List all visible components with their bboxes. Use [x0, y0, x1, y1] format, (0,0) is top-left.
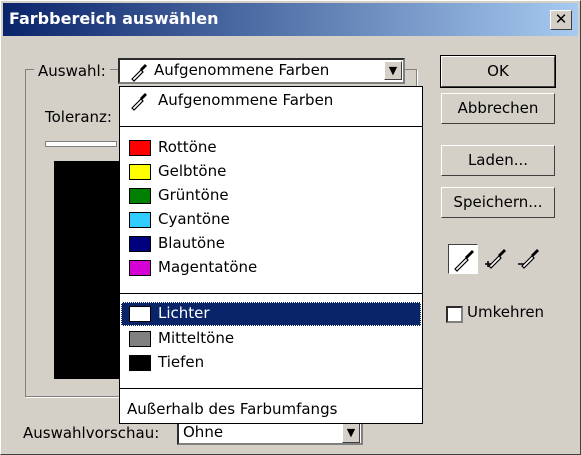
list-item-sampled-colors[interactable]: Aufgenommene Farben: [121, 89, 421, 113]
preview-value: Ohne: [183, 423, 224, 441]
subtract-from-sample-tool[interactable]: [514, 244, 544, 274]
selection-label: Auswahl:: [34, 62, 110, 80]
list-item-tone[interactable]: Mitteltöne: [121, 327, 421, 351]
list-item-color[interactable]: Magentatöne: [121, 256, 421, 280]
title-bar[interactable]: Farbbereich auswählen ✕: [3, 3, 578, 36]
divider: [120, 293, 422, 294]
list-item-label: Außerhalb des Farbumfangs: [127, 400, 338, 418]
color-swatch: [129, 236, 151, 252]
preview-label: Auswahlvorschau:: [23, 424, 160, 442]
load-button[interactable]: Laden...: [441, 145, 555, 176]
save-button[interactable]: Speichern...: [441, 187, 555, 218]
eyedropper-icon: [454, 250, 474, 272]
divider: [120, 126, 422, 127]
eyedropper-icon: [131, 93, 147, 111]
list-item-label: Blautöne: [158, 234, 225, 252]
eyedropper-plus-icon: [485, 249, 506, 269]
chevron-down-icon: ▼: [388, 64, 398, 77]
list-item-color[interactable]: Cyantöne: [121, 208, 421, 232]
list-item-label: Magentatöne: [158, 258, 258, 276]
close-icon: ✕: [554, 10, 568, 28]
eyedropper-icon: [131, 64, 147, 82]
color-swatch: [129, 306, 151, 322]
list-item-out-of-gamut[interactable]: Außerhalb des Farbumfangs: [121, 398, 421, 422]
list-item-color[interactable]: Gelbtöne: [121, 160, 421, 184]
list-item-label: Grüntöne: [158, 186, 229, 204]
color-swatch: [129, 188, 151, 204]
eyedropper-tool[interactable]: [448, 244, 478, 274]
list-item-label: Tiefen: [158, 353, 205, 371]
cancel-button[interactable]: Abbrechen: [441, 93, 555, 124]
selection-select[interactable]: Aufgenommene Farben ▼: [118, 58, 405, 84]
selection-dropdown-list: Aufgenommene Farben Rottöne Gelbtöne Grü…: [119, 86, 423, 424]
list-item-label: Gelbtöne: [158, 162, 227, 180]
color-swatch: [129, 355, 151, 371]
preview-dropdown-button[interactable]: ▼: [342, 423, 360, 443]
color-swatch: [129, 331, 151, 347]
list-item-label: Aufgenommene Farben: [158, 91, 334, 109]
list-item-tone[interactable]: Tiefen: [121, 351, 421, 375]
close-button[interactable]: ✕: [550, 10, 572, 30]
list-item-color[interactable]: Blautöne: [121, 232, 421, 256]
tolerance-slider[interactable]: [45, 141, 117, 147]
list-item-label: Mitteltöne: [158, 329, 235, 347]
list-item-label: Rottöne: [158, 138, 217, 156]
ok-button[interactable]: OK: [440, 55, 556, 88]
tolerance-label: Toleranz:: [45, 108, 112, 126]
selection-value: Aufgenommene Farben: [154, 61, 330, 79]
preview-select[interactable]: Ohne ▼: [177, 421, 363, 445]
color-swatch: [129, 212, 151, 228]
divider: [120, 388, 422, 389]
selection-dropdown-button[interactable]: ▼: [384, 61, 402, 80]
invert-label[interactable]: Umkehren: [467, 303, 544, 321]
color-swatch: [129, 260, 151, 276]
list-item-label: Cyantöne: [158, 210, 230, 228]
add-to-sample-tool[interactable]: [481, 244, 511, 274]
dialog-title: Farbbereich auswählen: [9, 9, 219, 28]
invert-checkbox[interactable]: [446, 306, 463, 323]
color-range-dialog: Farbbereich auswählen ✕ Auswahl: Aufgeno…: [0, 0, 581, 455]
color-swatch: [129, 164, 151, 180]
eyedropper-minus-icon: [518, 249, 539, 269]
list-item-color[interactable]: Rottöne: [121, 136, 421, 160]
color-swatch: [129, 140, 151, 156]
list-item-tone[interactable]: Lichter: [121, 302, 421, 326]
list-item-label: Lichter: [158, 304, 210, 322]
list-item-color[interactable]: Grüntöne: [121, 184, 421, 208]
chevron-down-icon: ▼: [346, 426, 356, 439]
